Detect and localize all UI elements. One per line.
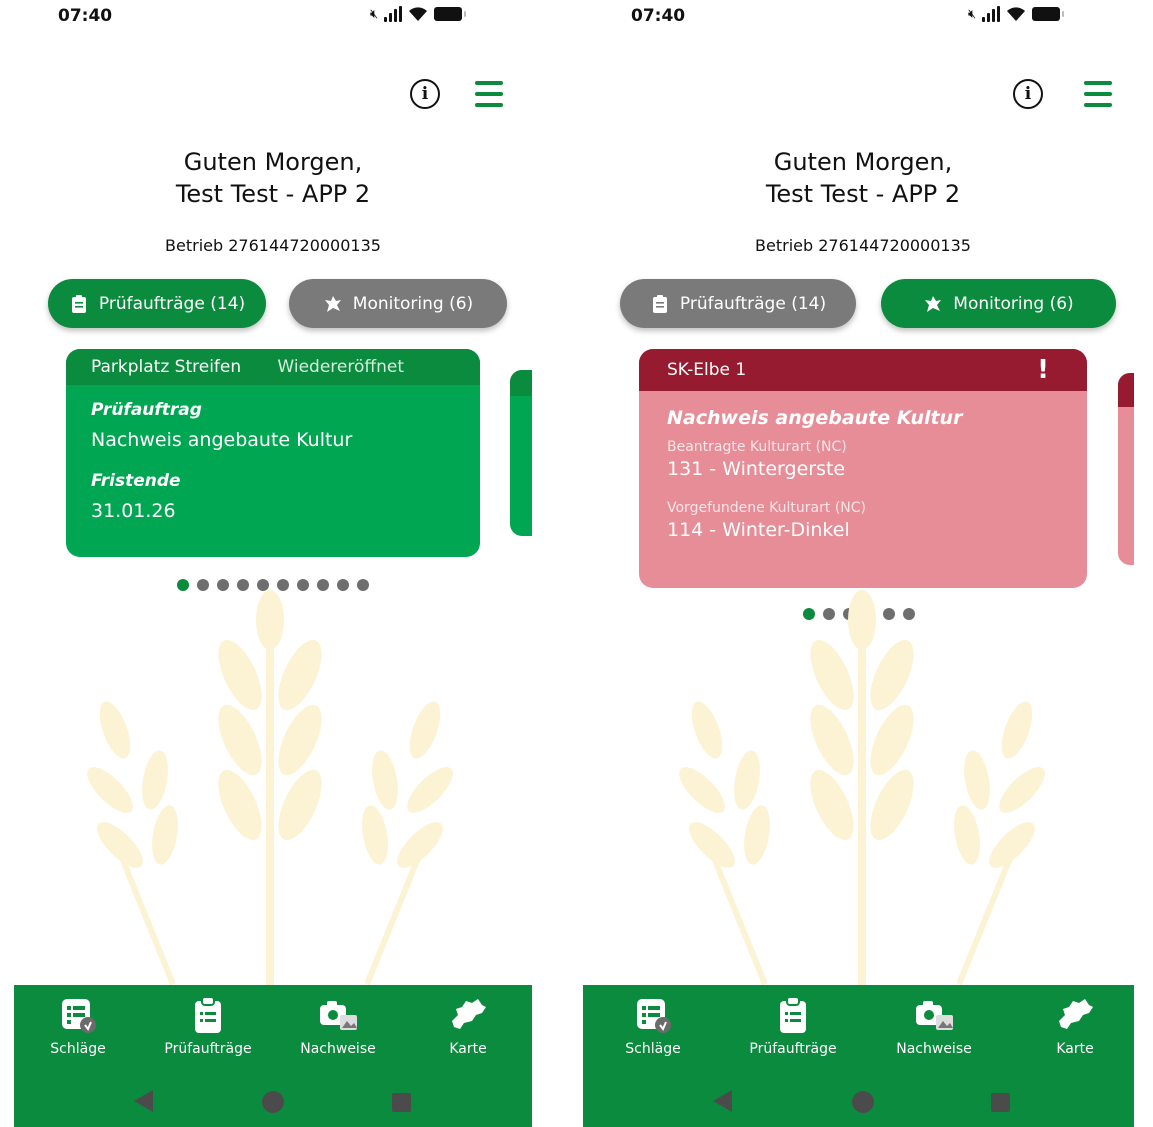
system-back-button[interactable]	[713, 1090, 732, 1112]
field-name: SK-Elbe 1	[667, 360, 747, 380]
bottom-navigation: Schläge Prüfaufträge Nachweise Karte	[14, 985, 532, 1127]
nav-karte[interactable]: Karte	[408, 995, 528, 1057]
nav-karte-label: Karte	[1056, 1041, 1094, 1057]
satellite-icon	[324, 295, 341, 312]
clipboard-list-icon	[780, 996, 806, 1033]
hamburger-menu-icon[interactable]	[1084, 81, 1112, 107]
mute-icon: 🔇︎	[968, 6, 977, 22]
satellite-icon	[925, 295, 942, 312]
value-pruefauftrag: Nachweis angebaute Kultur	[91, 429, 353, 451]
camera-gallery-icon	[320, 1001, 357, 1030]
value-beantragte-kulturart: 131 - Wintergerste	[667, 458, 846, 480]
status-bar-icons: 🔇︎	[370, 6, 467, 22]
nav-pruefauftraege[interactable]: Prüfaufträge	[733, 995, 853, 1057]
nav-pruefauftraege-label: Prüfaufträge	[164, 1041, 252, 1057]
nav-schlaege-label: Schläge	[50, 1041, 106, 1057]
tab-pruefauftraege[interactable]: Prüfaufträge (14)	[48, 279, 266, 328]
card-title: Nachweis angebaute Kultur	[667, 407, 963, 429]
betrieb-number: Betrieb 276144720000135	[165, 236, 381, 255]
nav-pruefauftraege-label: Prüfaufträge	[749, 1041, 837, 1057]
status-bar-icons: 🔇︎	[968, 6, 1065, 22]
system-back-button[interactable]	[134, 1090, 153, 1112]
card-header: SK-Elbe 1 !	[639, 349, 1087, 391]
greeting-line-1: Guten Morgen,	[183, 148, 363, 176]
battery-icon	[1032, 7, 1065, 21]
system-recents-button[interactable]	[392, 1093, 411, 1112]
app-screen-pruefauftraege: 07:40 🔇︎ i Guten Morgen, Test Test - APP…	[0, 0, 560, 1127]
monitoring-card[interactable]: SK-Elbe 1 ! Nachweis angebaute Kultur Be…	[639, 349, 1087, 588]
status-badge: Wiedereröffnet	[277, 357, 404, 377]
betrieb-number: Betrieb 276144720000135	[755, 236, 971, 255]
label-pruefauftrag: Prüfauftrag	[91, 400, 202, 420]
clipboard-icon	[652, 294, 667, 313]
info-icon[interactable]: i	[1013, 79, 1043, 109]
greeting-line-1: Guten Morgen,	[773, 148, 953, 176]
status-time: 07:40	[58, 6, 113, 26]
wheat-watermark-icon	[679, 590, 1045, 990]
hamburger-menu-icon[interactable]	[475, 81, 503, 107]
tab-monitoring-label: Monitoring (6)	[352, 293, 474, 314]
wheat-watermark-icon	[87, 590, 453, 990]
signal-icon	[384, 6, 403, 22]
tab-monitoring-label: Monitoring (6)	[953, 293, 1074, 314]
nav-pruefauftraege[interactable]: Prüfaufträge	[148, 995, 268, 1057]
label-beantragte-kulturart: Beantragte Kulturart (NC)	[667, 439, 847, 455]
greeting-user: Test Test - APP 2	[175, 180, 371, 208]
field-list-icon	[62, 999, 96, 1033]
tab-monitoring[interactable]: Monitoring (6)	[881, 279, 1116, 328]
alert-icon: !	[1037, 355, 1049, 385]
wifi-icon	[1007, 7, 1026, 21]
card-header: Parkplatz Streifen Wiedereröffnet	[66, 349, 480, 385]
greeting: Guten Morgen, Test Test - APP 2	[590, 146, 1134, 210]
nav-nachweise[interactable]: Nachweise	[278, 995, 398, 1057]
tab-pruefauftraege[interactable]: Prüfaufträge (14)	[620, 279, 856, 328]
pruefauftrag-card[interactable]: Parkplatz Streifen Wiedereröffnet Prüfau…	[66, 349, 480, 557]
nav-schlaege[interactable]: Schläge	[593, 995, 713, 1057]
map-saxony-icon	[452, 999, 486, 1029]
value-fristende: 31.01.26	[91, 500, 176, 522]
bottom-navigation: Schläge Prüfaufträge Nachweise Karte	[583, 985, 1134, 1127]
greeting: Guten Morgen, Test Test - APP 2	[0, 146, 546, 210]
system-home-button[interactable]	[852, 1091, 874, 1113]
app-screen-monitoring: 07:40 🔇︎ i Guten Morgen, Test Test - APP…	[574, 0, 1134, 1127]
tab-monitoring[interactable]: Monitoring (6)	[289, 279, 507, 328]
status-time: 07:40	[631, 6, 686, 26]
greeting-user: Test Test - APP 2	[765, 180, 961, 208]
battery-icon	[434, 7, 467, 21]
next-card-peek[interactable]	[510, 370, 532, 536]
nav-karte-label: Karte	[449, 1041, 487, 1057]
label-vorgefundene-kulturart: Vorgefundene Kulturart (NC)	[667, 500, 866, 516]
signal-icon	[982, 6, 1001, 22]
info-icon[interactable]: i	[410, 79, 440, 109]
mute-icon: 🔇︎	[370, 6, 379, 22]
map-saxony-icon	[1059, 999, 1093, 1029]
system-home-button[interactable]	[262, 1091, 284, 1113]
clipboard-list-icon	[195, 996, 221, 1033]
field-name: Parkplatz Streifen	[91, 357, 242, 377]
nav-nachweise-label: Nachweise	[300, 1041, 376, 1057]
system-recents-button[interactable]	[991, 1093, 1010, 1112]
tab-pruefauftraege-label: Prüfaufträge (14)	[98, 293, 246, 314]
nav-schlaege-label: Schläge	[625, 1041, 681, 1057]
next-card-peek[interactable]	[1118, 373, 1134, 565]
camera-gallery-icon	[916, 1001, 953, 1030]
nav-schlaege[interactable]: Schläge	[18, 995, 138, 1057]
clipboard-icon	[71, 294, 86, 313]
nav-nachweise[interactable]: Nachweise	[874, 995, 994, 1057]
nav-nachweise-label: Nachweise	[896, 1041, 972, 1057]
field-list-icon	[637, 999, 671, 1033]
nav-karte[interactable]: Karte	[1015, 995, 1134, 1057]
wifi-icon	[409, 7, 428, 21]
label-fristende: Fristende	[91, 471, 181, 491]
value-vorgefundene-kulturart: 114 - Winter-Dinkel	[667, 519, 850, 541]
tab-pruefauftraege-label: Prüfaufträge (14)	[679, 293, 827, 314]
